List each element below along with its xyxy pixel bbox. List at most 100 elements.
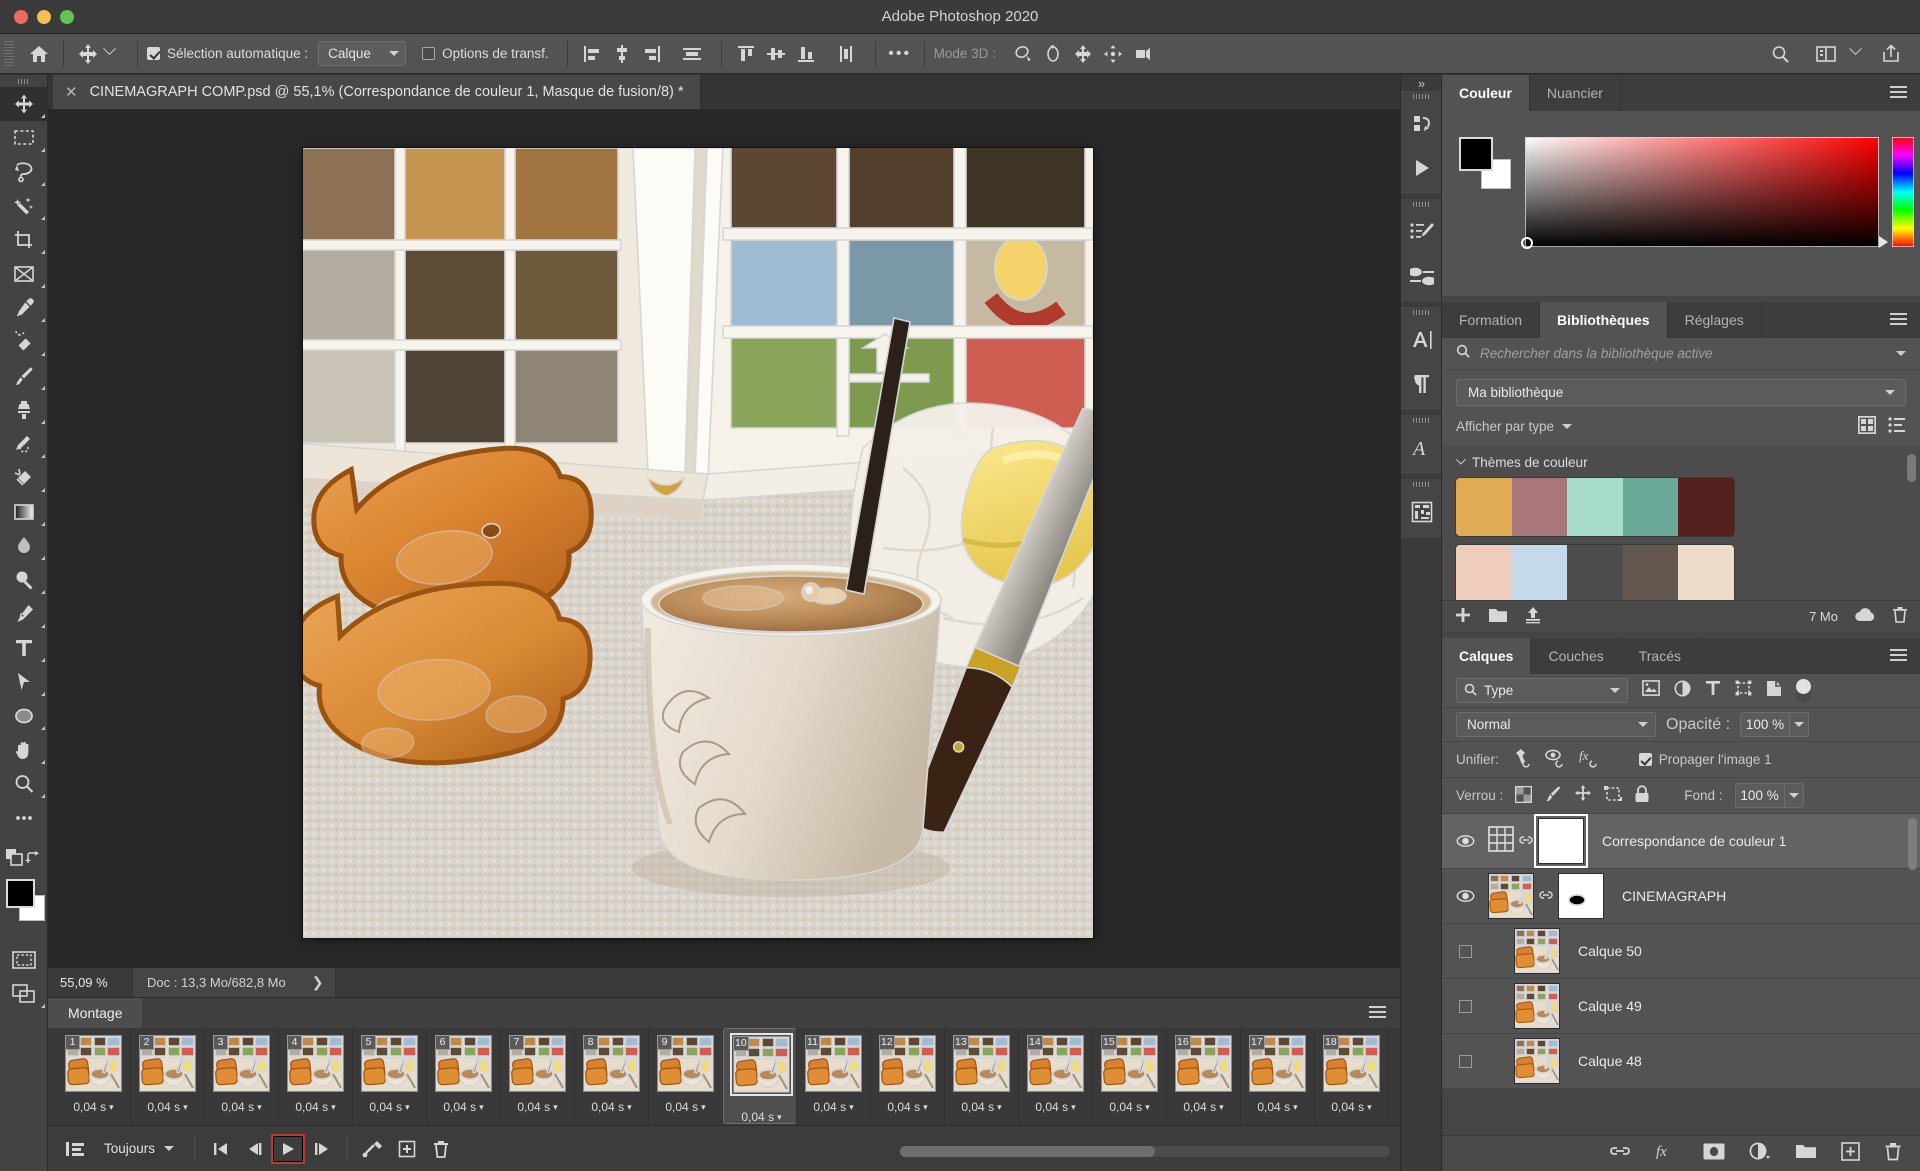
lock-pixels-icon[interactable] (1544, 785, 1562, 806)
library-scrollbar-thumb[interactable] (1907, 454, 1916, 482)
options-bar-grip[interactable] (4, 40, 14, 67)
timeline-frame[interactable]: 6 0,04 s ▾ (427, 1028, 501, 1124)
canvas-area[interactable] (48, 109, 1400, 967)
layer-visibility-toggle[interactable] (1442, 944, 1488, 958)
layer-visibility-toggle[interactable] (1442, 1054, 1488, 1068)
color-swatches[interactable] (1459, 137, 1511, 189)
document-info[interactable]: Doc : 13,3 Mo/682,8 Mo ❯ (132, 967, 337, 998)
align-vertical-centers-icon[interactable] (761, 40, 791, 68)
frame-delay[interactable]: 0,04 s ▾ (1109, 1100, 1149, 1114)
zoom-level-field[interactable]: 55,09 % (48, 975, 132, 990)
rail-grip[interactable] (1401, 415, 1441, 426)
align-left-edges-icon[interactable] (577, 40, 607, 68)
layer-row[interactable]: Calque 48 (1442, 1034, 1920, 1089)
layer-visibility-toggle[interactable] (1442, 889, 1488, 903)
layer-row[interactable]: CINEMAGRAPH (1442, 869, 1920, 924)
frame-delay[interactable]: 0,04 s ▾ (1183, 1100, 1223, 1114)
new-layer-icon[interactable] (1841, 1141, 1860, 1166)
frame-thumbnail[interactable]: 9 (657, 1035, 714, 1092)
link-layers-icon[interactable] (1609, 1144, 1631, 1163)
align-bottom-edges-icon[interactable] (791, 40, 821, 68)
frame-thumbnail[interactable]: 3 (213, 1035, 270, 1092)
path-selection-tool[interactable] (0, 665, 48, 699)
panel-menu-icon[interactable] (1890, 649, 1907, 662)
convert-to-video-timeline-icon[interactable] (58, 1134, 92, 1164)
frame-thumbnail[interactable]: 16 (1175, 1035, 1232, 1092)
more-options-button[interactable]: ••• (885, 40, 915, 68)
propagate-checkbox-box[interactable] (1638, 753, 1652, 766)
timeline-frame[interactable]: 11 0,04 s ▾ (797, 1028, 871, 1124)
layer-mask-icon[interactable] (1703, 1143, 1725, 1165)
foreground-color-swatch[interactable] (1459, 137, 1493, 171)
home-icon[interactable] (24, 40, 54, 68)
move-tool[interactable] (0, 87, 48, 121)
rectangular-marquee-tool[interactable] (0, 121, 48, 155)
layer-thumbnail[interactable] (1514, 1038, 1560, 1084)
orbit-3d-icon[interactable] (1008, 40, 1038, 68)
blur-tool[interactable] (0, 529, 48, 563)
library-select[interactable]: Ma bibliothèque (1456, 379, 1906, 406)
timeline-frame[interactable]: 13 0,04 s ▾ (945, 1028, 1019, 1124)
frame-thumbnail[interactable]: 5 (361, 1035, 418, 1092)
timeline-frame[interactable]: 15 0,04 s ▾ (1093, 1028, 1167, 1124)
dodge-tool[interactable] (0, 563, 48, 597)
share-icon[interactable] (1876, 40, 1906, 68)
rail-grip[interactable] (1401, 199, 1441, 210)
timeline-frame[interactable]: 7 0,04 s ▾ (501, 1028, 575, 1124)
blend-mode-select[interactable]: Normal (1456, 712, 1656, 737)
layer-mask-thumbnail[interactable] (1558, 873, 1604, 919)
filter-shape-icon[interactable] (1735, 680, 1752, 701)
brush-settings-icon[interactable] (1401, 210, 1443, 254)
layer-list[interactable]: Correspondance de couleur 1 CINEMAGRAPH (1442, 814, 1920, 1089)
color-panel[interactable] (1442, 111, 1920, 296)
layer-thumbnail[interactable] (1488, 873, 1534, 919)
adjustment-layer-icon[interactable] (1749, 1142, 1771, 1165)
new-group-icon[interactable] (1488, 607, 1508, 626)
frame-delay[interactable]: 0,04 s ▾ (517, 1100, 557, 1114)
clone-stamp-tool[interactable] (0, 393, 48, 427)
pan-3d-icon[interactable] (1068, 40, 1098, 68)
play-icon[interactable] (271, 1133, 306, 1164)
timeline-frame[interactable]: 14 0,04 s ▾ (1019, 1028, 1093, 1124)
delete-icon[interactable] (1892, 606, 1908, 627)
lock-artboard-icon[interactable] (1604, 785, 1623, 806)
frame-delay[interactable]: 0,04 s ▾ (369, 1100, 409, 1114)
auto-select-scope-select[interactable]: Calque (318, 41, 407, 66)
align-right-edges-icon[interactable] (637, 40, 667, 68)
frame-thumbnail[interactable]: 10 (730, 1033, 793, 1096)
tween-icon[interactable] (356, 1134, 390, 1164)
frame-delay[interactable]: 0,04 s ▾ (221, 1100, 261, 1114)
layer-thumbnail[interactable] (1514, 928, 1560, 974)
frame-delay[interactable]: 0,04 s ▾ (591, 1100, 631, 1114)
eraser-tool[interactable] (0, 461, 48, 495)
hand-tool[interactable] (0, 733, 48, 767)
auto-select-checkbox[interactable]: Sélection automatique : (147, 46, 308, 61)
filter-adjustment-icon[interactable] (1674, 680, 1691, 702)
brush-tool[interactable] (0, 359, 48, 393)
frame-tool[interactable] (0, 257, 48, 291)
frame-delay[interactable]: 0,04 s ▾ (1257, 1100, 1297, 1114)
frame-delay[interactable]: 0,04 s ▾ (73, 1100, 113, 1114)
tab-bibliotheques[interactable]: Bibliothèques (1540, 302, 1668, 338)
tab-couleur[interactable]: Couleur (1442, 75, 1530, 111)
frame-delay[interactable]: 0,04 s ▾ (665, 1100, 705, 1114)
timeline-frame[interactable]: 1 0,04 s ▾ (57, 1028, 131, 1124)
filter-type-icon[interactable] (1705, 680, 1721, 701)
tab-calques[interactable]: Calques (1442, 638, 1532, 674)
color-theme-swatch-row[interactable] (1456, 478, 1734, 536)
move-tool-icon[interactable] (73, 40, 103, 68)
pen-tool[interactable] (0, 597, 48, 631)
play-actions-icon[interactable] (1401, 146, 1443, 190)
frame-list[interactable]: 1 0,04 s ▾ 2 0,04 s ▾ 3 0,04 s ▾ 4 0,04 … (48, 1028, 1400, 1126)
frame-thumbnail[interactable]: 2 (139, 1035, 196, 1092)
frame-delay[interactable]: 0,04 s ▾ (741, 1110, 781, 1124)
roll-3d-icon[interactable] (1038, 40, 1068, 68)
layer-adjustment-thumbnail[interactable] (1488, 825, 1514, 857)
timeline-frame[interactable]: 4 0,04 s ▾ (279, 1028, 353, 1124)
unify-position-icon[interactable] (1511, 748, 1533, 771)
library-filter-select[interactable]: Afficher par type (1456, 419, 1573, 434)
tab-traces[interactable]: Tracés (1621, 638, 1700, 674)
move-tool-chevron-icon[interactable] (103, 42, 116, 56)
timeline-frame[interactable]: 3 0,04 s ▾ (205, 1028, 279, 1124)
timeline-scrollbar-thumb[interactable] (900, 1146, 1155, 1157)
